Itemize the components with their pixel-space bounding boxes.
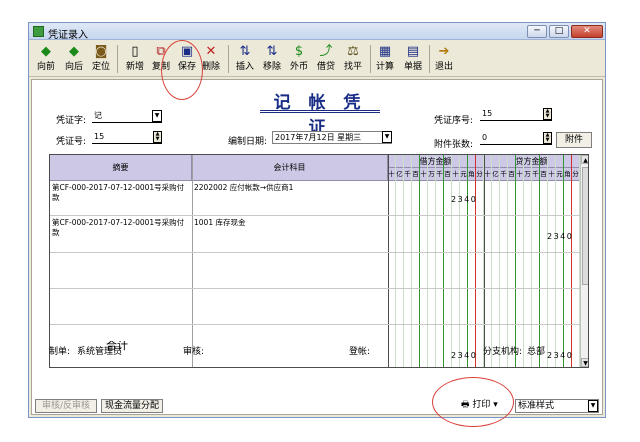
voucher-type-select[interactable]: 记 ▼ <box>92 110 162 123</box>
summary-header: 摘要 <box>50 155 192 181</box>
voucher-seq-field[interactable]: 15 ▲ ▼ <box>480 108 552 121</box>
scale-icon: ⚖ <box>347 44 359 59</box>
scroll-up-icon[interactable]: ▲ <box>581 155 588 164</box>
toolbar-remove-button[interactable]: ⇅ 移除 <box>257 43 287 75</box>
toolbar-balance-button[interactable]: ⚖ 找平 <box>338 43 368 75</box>
summary-cell[interactable]: 第CF-000-2017-07-12-0001号采购付款 <box>52 183 190 203</box>
grid-scrollbar[interactable]: ▲ ▼ <box>580 155 588 367</box>
arrow-right-icon: ◆ <box>69 44 79 59</box>
delete-icon: ✕ <box>205 44 217 59</box>
app-icon <box>33 26 44 37</box>
table-row[interactable] <box>50 289 588 325</box>
maker-label: 制单: <box>49 347 71 357</box>
toolbar-insert-button[interactable]: ⇅ 插入 <box>230 43 260 75</box>
close-button[interactable]: ✕ <box>571 25 603 38</box>
voucher-entry-grid: 摘要 会计科目 借方金额 贷方金额 十亿千百十万千百十元角分十亿千百十万千百十元… <box>49 154 589 368</box>
account-cell[interactable]: 2202002 应付帐款→供应商1 <box>194 183 386 193</box>
voucher-entry-window: 凭证录入 ─ □ ✕ ◆ 向前 ◆ 向后 ◙ 定位 ▯ 新增 ⧉ 复制 ▣ 保存 ✕ 删除 ⇅… <box>28 22 606 418</box>
date-picker[interactable]: 2017年7月12日 星期三 ▼ <box>272 131 392 144</box>
total-credit: 2340 <box>547 351 574 360</box>
voucher-seq-label: 凭证序号: <box>434 116 474 126</box>
locate-icon: ◙ <box>94 44 108 59</box>
toolbar-foreign-currency-button[interactable]: $ 外币 <box>284 43 314 75</box>
toolbar-separator <box>228 45 229 73</box>
dropdown-arrow-icon[interactable]: ▼ <box>588 400 598 412</box>
cashflow-allocation-button[interactable]: 现金流量分配 <box>101 399 163 413</box>
toolbar-debit-credit-button[interactable]: ⤴ 借贷 <box>311 43 341 75</box>
dropdown-arrow-icon: ▾ <box>493 400 498 410</box>
table-row[interactable] <box>50 253 588 289</box>
toolbar-calculator-button[interactable]: ▦ 计算 <box>370 43 400 75</box>
account-cell[interactable]: 1001 库存现金 <box>194 218 386 228</box>
window-title: 凭证录入 <box>48 30 88 41</box>
spinner-icon[interactable]: ▲ ▼ <box>543 132 552 144</box>
voucher-number-label: 凭证号: <box>56 137 87 147</box>
table-row[interactable]: 第CF-000-2017-07-12-0001号采购付款 2202002 应付帐… <box>50 181 588 216</box>
table-row[interactable]: 第CF-000-2017-07-12-0001号采购付款 1001 库存现金 2… <box>50 216 588 253</box>
insert-row-icon: ⇅ <box>239 44 251 59</box>
calculator-icon: ▦ <box>378 44 392 59</box>
arrow-left-icon: ◆ <box>41 44 51 59</box>
document-icon: ▤ <box>406 44 420 59</box>
swap-icon: ⤴ <box>319 44 333 59</box>
toolbar-forward-button[interactable]: ◆ 向前 <box>31 43 61 75</box>
dropdown-arrow-icon[interactable]: ▼ <box>382 131 392 143</box>
title-bar: 凭证录入 ─ □ ✕ <box>29 23 605 41</box>
toolbar: ◆ 向前 ◆ 向后 ◙ 定位 ▯ 新增 ⧉ 复制 ▣ 保存 ✕ 删除 ⇅ 插入 ⇅ 移除 $ 外币 … <box>29 41 605 77</box>
spinner-icon[interactable]: ▲ ▼ <box>153 131 162 143</box>
audit-toggle-button[interactable]: 审核/反审核 <box>35 399 97 413</box>
post-label: 登帐: <box>349 347 371 357</box>
date-label: 编制日期: <box>228 137 268 147</box>
scroll-thumb[interactable] <box>582 167 588 285</box>
attachment-button[interactable]: 附件 <box>556 132 592 148</box>
maker-value: 系统管理员 <box>77 347 123 357</box>
minimize-button[interactable]: ─ <box>527 25 547 38</box>
audit-label: 审核: <box>183 347 205 357</box>
toolbar-separator <box>117 45 118 73</box>
voucher-type-label: 凭证字: <box>56 116 87 126</box>
voucher-title-underline <box>260 110 380 113</box>
toolbar-delete-button[interactable]: ✕ 删除 <box>196 43 226 75</box>
dropdown-arrow-icon[interactable]: ▼ <box>152 110 162 122</box>
print-style-select[interactable]: 标准样式 ▼ <box>515 399 599 413</box>
branch-label: 分支机构: <box>483 347 523 357</box>
remove-row-icon: ⇅ <box>266 44 278 59</box>
toolbar-exit-button[interactable]: ➔ 退出 <box>429 43 459 75</box>
account-header: 会计科目 <box>192 155 388 181</box>
attachment-count-field[interactable]: 0 ▲ ▼ <box>480 132 552 145</box>
voucher-number-field[interactable]: 15 ▲ ▼ <box>92 131 162 144</box>
printer-icon: 🖶 <box>461 400 470 410</box>
summary-cell[interactable]: 第CF-000-2017-07-12-0001号采购付款 <box>52 218 190 238</box>
currency-icon: $ <box>294 44 304 59</box>
total-debit: 2340 <box>451 351 478 360</box>
spinner-icon[interactable]: ▲ ▼ <box>543 108 552 120</box>
maximize-button[interactable]: □ <box>549 25 569 38</box>
exit-icon: ➔ <box>438 44 450 59</box>
attachment-count-label: 附件张数: <box>434 140 474 150</box>
credit-amount-cell[interactable]: 2340 <box>547 232 573 241</box>
debit-amount-cell[interactable]: 2340 <box>451 195 477 204</box>
scroll-down-icon[interactable]: ▼ <box>581 358 588 367</box>
toolbar-locate-button[interactable]: ◙ 定位 <box>86 43 116 75</box>
branch-value: 总部 <box>527 347 546 357</box>
print-button[interactable]: 🖶 打印 ▾ <box>461 399 513 413</box>
toolbar-back-button[interactable]: ◆ 向后 <box>59 43 89 75</box>
toolbar-document-button[interactable]: ▤ 单据 <box>398 43 428 75</box>
